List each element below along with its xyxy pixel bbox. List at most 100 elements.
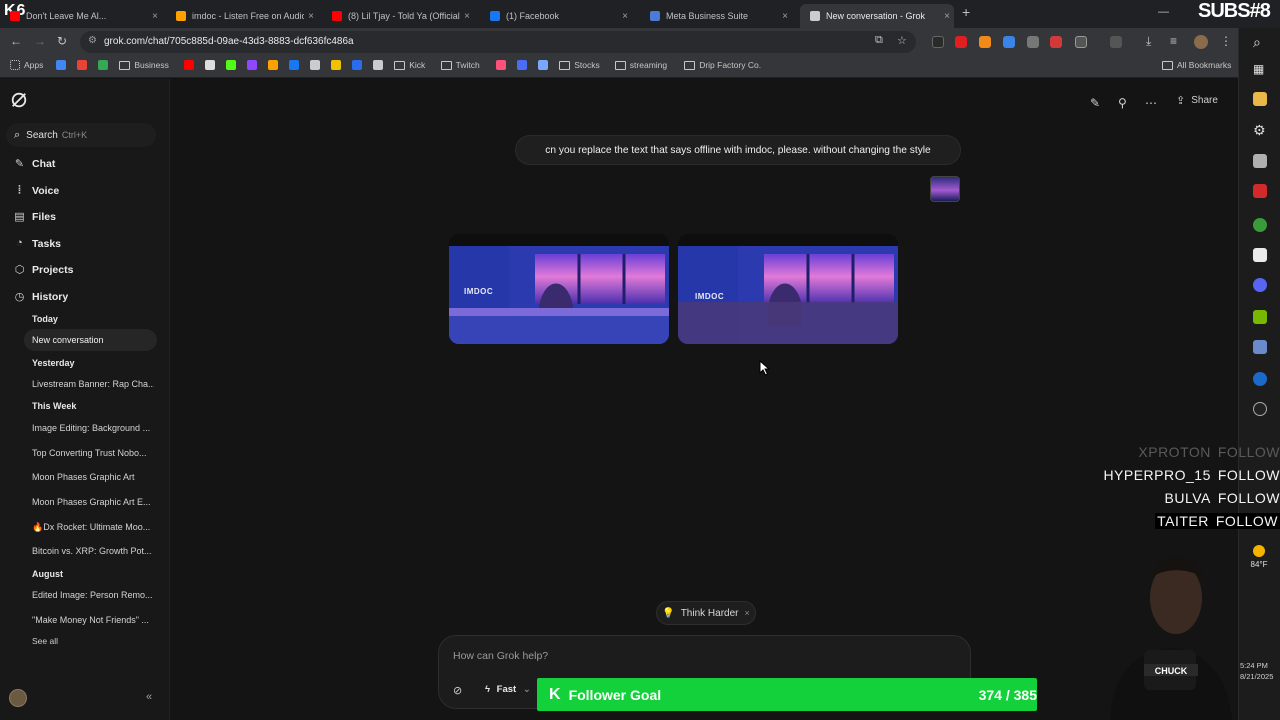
history-item[interactable]: 🔥Dx Rocket: Ultimate Moo... <box>32 522 154 533</box>
nav-tasks[interactable]: ◔ Tasks <box>14 238 61 250</box>
more-icon[interactable]: ⋯ <box>1145 96 1157 110</box>
history-item[interactable]: New conversation <box>24 329 157 351</box>
reload-icon[interactable]: ↻ <box>57 34 67 48</box>
extension-icon[interactable] <box>1003 36 1015 48</box>
history-item[interactable]: "Make Money Not Friends" ... <box>32 615 154 625</box>
chrome-menu-icon[interactable]: ⋮ <box>1220 34 1232 48</box>
bookmark-icon-button[interactable] <box>310 60 324 70</box>
install-app-icon[interactable]: ⧉ <box>875 34 883 47</box>
bookmark-twitch[interactable]: Twitch <box>440 60 480 70</box>
browser-tab[interactable]: Don't Leave Me Al... × <box>0 4 162 28</box>
nvidia-icon[interactable] <box>1253 310 1267 324</box>
discord-icon[interactable] <box>1253 278 1267 292</box>
all-bookmarks-button[interactable]: All Bookmarks <box>1162 60 1231 70</box>
search-button[interactable]: ⌕ Search Ctrl+K <box>6 123 156 147</box>
bookmark-business[interactable]: Business <box>119 60 169 70</box>
address-bar[interactable]: ⚙ grok.com/chat/705c885d-09ae-43d3-8883-… <box>80 31 916 53</box>
bookmark-icon-button[interactable] <box>205 60 219 70</box>
browser-tab[interactable]: New conversation - Grok × <box>800 4 954 28</box>
bookmark-icon-button[interactable] <box>56 60 70 70</box>
grok-logo-icon[interactable] <box>10 91 28 109</box>
browser-tab[interactable]: imdoc - Listen Free on Audiomack× <box>166 4 318 28</box>
history-item[interactable]: Edited Image: Person Remo... <box>32 590 154 600</box>
new-tab-button[interactable]: + <box>962 4 970 20</box>
history-item[interactable]: Moon Phases Graphic Art <box>32 472 154 482</box>
bookmark-icon-button[interactable] <box>184 60 198 70</box>
bookmark-drip-factory-co-[interactable]: Drip Factory Co. <box>684 60 761 70</box>
chrome-icon[interactable] <box>1253 218 1267 232</box>
bookmark-apps[interactable]: Apps <box>10 60 43 70</box>
history-item[interactable]: Livestream Banner: Rap Cha... <box>32 379 154 389</box>
tab-close-icon[interactable]: × <box>304 11 318 22</box>
file-explorer-icon[interactable] <box>1253 92 1267 106</box>
bookmark-icon-button[interactable] <box>77 60 91 70</box>
pin-icon[interactable]: ⚲ <box>1118 96 1127 110</box>
tab-close-icon[interactable]: × <box>148 11 162 22</box>
composer-input[interactable]: How can Grok help? <box>453 650 548 662</box>
tab-close-icon[interactable]: × <box>940 11 954 22</box>
bookmark-icon-button[interactable] <box>247 60 261 70</box>
obs-icon[interactable] <box>1253 402 1267 416</box>
attach-icon[interactable]: ⊘ <box>453 684 462 697</box>
nav-files[interactable]: ▤ Files <box>14 211 56 223</box>
forward-icon[interactable]: → <box>34 34 46 48</box>
model-selector[interactable]: ϟ Fast ⌄ <box>485 684 531 695</box>
bookmark-stocks[interactable]: Stocks <box>559 60 600 70</box>
generated-image[interactable]: IMDOC <box>449 234 669 344</box>
edit-icon[interactable]: ✎ <box>1090 96 1100 110</box>
app-icon[interactable] <box>1253 154 1267 168</box>
extension-icon[interactable] <box>1027 36 1039 48</box>
generated-image[interactable]: IMDOC <box>678 234 898 344</box>
browser-tab[interactable]: (8) Lil Tjay - Told Ya (Official... × <box>322 4 474 28</box>
extension-icon[interactable] <box>1050 36 1062 48</box>
settings-gear-icon[interactable]: ⚙ <box>1253 122 1267 138</box>
history-item[interactable]: Moon Phases Graphic Art E... <box>32 497 154 507</box>
bookmark-icon-button[interactable] <box>226 60 240 70</box>
extension-icon[interactable] <box>932 36 944 48</box>
media-control-icon[interactable]: ≡ <box>1170 34 1177 48</box>
think-harder-chip[interactable]: 💡 Think Harder × <box>656 601 756 625</box>
share-button[interactable]: ⇪ Share <box>1176 94 1218 107</box>
minimize-icon[interactable]: — <box>1158 6 1169 18</box>
bookmark-icon-button[interactable] <box>352 60 366 70</box>
tab-close-icon[interactable]: × <box>778 11 792 22</box>
user-avatar[interactable] <box>9 689 27 707</box>
history-item[interactable]: Image Editing: Background ... <box>32 423 154 433</box>
back-icon[interactable]: ← <box>10 34 22 48</box>
download-icon[interactable]: ⤓ <box>1146 34 1151 49</box>
search-icon[interactable]: ⌕ <box>1253 34 1267 50</box>
close-icon[interactable]: × <box>745 608 750 618</box>
bookmark-icon-button[interactable] <box>373 60 387 70</box>
bookmark-star-icon[interactable]: ☆ <box>897 34 907 47</box>
bookmark-icon-button[interactable] <box>331 60 345 70</box>
copilot-icon[interactable]: ▦ <box>1253 62 1267 76</box>
bookmark-streaming[interactable]: streaming <box>614 60 667 70</box>
nav-voice[interactable]: ⦙ Voice <box>14 185 59 197</box>
youtube-extension-icon[interactable] <box>955 36 967 48</box>
browser-tab[interactable]: Meta Business Suite × <box>640 4 792 28</box>
steam-icon[interactable] <box>1253 372 1267 386</box>
see-all-link[interactable]: See all <box>32 636 58 646</box>
nav-projects[interactable]: ⬡ Projects <box>14 264 74 276</box>
site-info-icon[interactable]: ⚙ <box>88 35 97 46</box>
collapse-sidebar-icon[interactable]: « <box>146 691 152 703</box>
browser-tab[interactable]: (1) Facebook × <box>480 4 632 28</box>
history-item[interactable]: Bitcoin vs. XRP: Growth Pot... <box>32 546 154 556</box>
extension-icon[interactable] <box>979 36 991 48</box>
profile-avatar-icon[interactable] <box>1194 35 1208 49</box>
nav-chat[interactable]: ✎ Chat <box>14 158 55 170</box>
app-icon[interactable] <box>1253 340 1267 354</box>
bookmark-icon-button[interactable] <box>268 60 282 70</box>
app-icon[interactable] <box>1253 248 1267 262</box>
bookmark-icon-button[interactable] <box>98 60 112 70</box>
attached-image-thumbnail[interactable] <box>930 176 960 202</box>
extensions-puzzle-icon[interactable] <box>1075 36 1087 48</box>
nav-history[interactable]: ◷ History <box>14 291 69 303</box>
bookmark-icon-button[interactable] <box>496 60 510 70</box>
bookmark-kick[interactable]: Kick <box>394 60 425 70</box>
bookmark-icon-button[interactable] <box>289 60 303 70</box>
tab-search-icon[interactable] <box>1110 36 1122 48</box>
bookmark-icon-button[interactable] <box>538 60 552 70</box>
tab-close-icon[interactable]: × <box>618 11 632 22</box>
history-item[interactable]: Top Converting Trust Nobo... <box>32 448 154 458</box>
